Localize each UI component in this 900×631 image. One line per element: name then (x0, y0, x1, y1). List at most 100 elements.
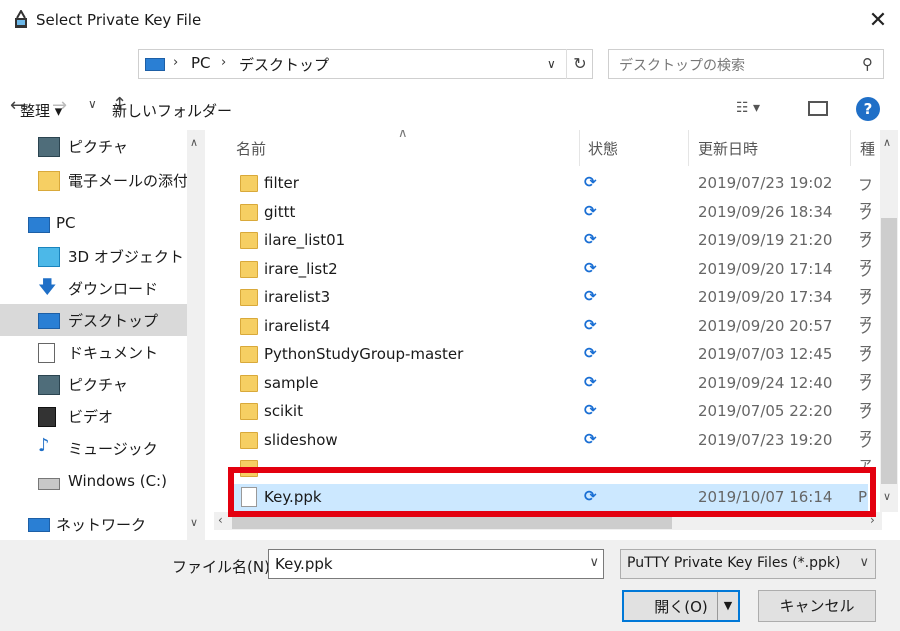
address-bar[interactable]: › PC › デスクトップ › ∨ (138, 49, 593, 79)
address-dropdown-chevron-icon[interactable]: ∨ (547, 57, 556, 71)
table-row[interactable]: ilare_list01 ⟳ 2019/09/19 21:20 ファ (228, 227, 873, 272)
table-row[interactable]: scikit ⟳ 2019/07/05 22:20 ファ (228, 398, 873, 443)
file-list-scroll-thumb[interactable] (881, 218, 897, 484)
nav-item-documents[interactable]: ドキュメント (0, 336, 190, 368)
sync-status-icon: ⟳ (584, 373, 597, 391)
nav-item-pc[interactable]: PC (0, 208, 190, 240)
breadcrumb-chevron-icon[interactable]: › (323, 55, 328, 70)
network-icon (28, 518, 50, 532)
sort-ascending-icon: ∧ (398, 130, 408, 141)
folder-icon (240, 204, 258, 221)
nav-item-windows-c[interactable]: Windows (C:) (0, 466, 190, 498)
folder-icon (240, 318, 258, 335)
column-divider[interactable] (688, 130, 689, 166)
column-header-status[interactable]: 状態 (588, 138, 618, 159)
breadcrumb-desktop[interactable]: デスクトップ (239, 54, 329, 75)
pictures-icon (38, 375, 60, 395)
table-row[interactable]: irarelist3 ⟳ 2019/09/20 17:34 ファ (228, 284, 873, 329)
filename-value[interactable]: Key.ppk (275, 555, 333, 573)
scroll-up-icon[interactable]: ∧ (190, 136, 198, 149)
help-icon[interactable]: ? (856, 97, 880, 121)
search-icon[interactable]: ⚲ (862, 55, 873, 73)
nav-item-desktop[interactable]: デスクトップ (0, 304, 190, 336)
column-divider[interactable] (579, 130, 580, 166)
file-type-select[interactable]: PuTTY Private Key Files (*.ppk) ∨ (620, 549, 876, 579)
nav-item-email-attachments[interactable]: 電子メールの添付フ (0, 164, 203, 196)
window-title: Select Private Key File (36, 11, 202, 29)
open-dropdown-icon[interactable]: ▼ (717, 592, 738, 620)
scroll-down-icon[interactable]: ∨ (883, 490, 891, 503)
sync-status-icon: ⟳ (584, 230, 597, 248)
folder-icon (240, 232, 258, 249)
folder-icon (240, 403, 258, 420)
sync-status-icon: ⟳ (584, 259, 597, 277)
folder-icon (240, 261, 258, 278)
nav-item-videos[interactable]: ビデオ (0, 400, 190, 432)
navigation-pane: ピクチャ 電子メールの添付フ PC 3D オブジェクト 🡇 ダウンロード デスク… (0, 130, 208, 540)
nav-item-downloads[interactable]: 🡇 ダウンロード (0, 272, 190, 304)
scroll-down-icon[interactable]: ∨ (190, 516, 198, 529)
breadcrumb-chevron-icon[interactable]: › (221, 55, 226, 70)
preview-pane-icon[interactable] (808, 101, 828, 116)
organize-button[interactable]: 整理 ▾ (20, 100, 62, 121)
drive-icon (38, 478, 60, 490)
pc-icon (28, 217, 50, 233)
table-row[interactable]: filter ⟳ 2019/07/23 19:02 ファ (228, 170, 873, 215)
nav-item-pictures-2[interactable]: ピクチャ (0, 368, 190, 400)
chevron-down-icon[interactable]: ∨ (859, 555, 869, 570)
close-icon[interactable]: ✕ (860, 6, 896, 36)
column-divider[interactable] (850, 130, 851, 166)
search-input[interactable]: デスクトップの検索 (619, 55, 745, 75)
video-icon (38, 407, 56, 427)
nav-item-3d-objects[interactable]: 3D オブジェクト (0, 240, 190, 272)
view-options-icon[interactable]: ☷ ▾ (736, 100, 760, 116)
folder-icon (240, 175, 258, 192)
3d-objects-icon (38, 247, 60, 267)
title-bar: Select Private Key File ✕ (0, 0, 900, 42)
pictures-icon (38, 137, 60, 157)
folder-icon (240, 432, 258, 449)
open-button[interactable]: 開く(O) ▼ (622, 590, 740, 622)
pc-icon (145, 58, 165, 71)
nav-item-music[interactable]: ♪ ミュージック (0, 432, 190, 464)
sync-status-icon: ⟳ (584, 344, 597, 362)
nav-item-network[interactable]: ネットワーク (0, 508, 190, 540)
table-row[interactable]: sample ⟳ 2019/09/24 12:40 ファ (228, 370, 873, 415)
sync-status-icon: ⟳ (584, 202, 597, 220)
scroll-up-icon[interactable]: ∧ (883, 136, 891, 149)
column-header-name[interactable]: 名前 (236, 138, 266, 159)
table-row[interactable]: irarelist4 ⟳ 2019/09/20 20:57 ファ (228, 313, 873, 358)
table-row[interactable]: irare_list2 ⟳ 2019/09/20 17:14 ファ (228, 256, 873, 301)
sync-status-icon: ⟳ (584, 173, 597, 191)
toolbar: 整理 ▾ 新しいフォルダー ☷ ▾ (0, 90, 900, 128)
column-header-date[interactable]: 更新日時 (698, 138, 758, 159)
breadcrumb-chevron-icon[interactable]: › (173, 55, 178, 70)
cancel-button[interactable]: キャンセル (758, 590, 876, 622)
new-folder-button[interactable]: 新しいフォルダー (112, 100, 232, 121)
chevron-down-icon[interactable]: ∨ (589, 555, 599, 570)
refresh-icon[interactable]: ↻ (566, 49, 593, 79)
filename-input[interactable]: Key.ppk ∨ (268, 549, 604, 579)
breadcrumb-pc[interactable]: PC (191, 54, 211, 72)
column-header-type[interactable]: 種 (860, 138, 875, 159)
folder-icon (38, 171, 60, 191)
highlight-annotation-box (228, 467, 876, 517)
music-icon: ♪ (38, 435, 50, 456)
search-box[interactable]: デスクトップの検索 ⚲ (608, 49, 884, 79)
sync-status-icon: ⟳ (584, 316, 597, 334)
nav-item-pictures[interactable]: ピクチャ (0, 130, 190, 162)
download-icon: 🡇 (38, 277, 57, 298)
folder-icon (240, 289, 258, 306)
sync-status-icon: ⟳ (584, 401, 597, 419)
desktop-icon (38, 313, 60, 329)
sync-status-icon: ⟳ (584, 287, 597, 305)
documents-icon (38, 343, 55, 363)
table-row[interactable]: PythonStudyGroup-master ⟳ 2019/07/03 12:… (228, 341, 873, 386)
scroll-left-icon[interactable]: ‹ (218, 513, 223, 527)
file-list: 名前 ∧ 状態 更新日時 種 filter ⟳ 2019/07/23 19:02… (214, 130, 882, 512)
filename-label: ファイル名(N): (172, 558, 275, 576)
navigation-pane-scrollbar[interactable]: ∧ ∨ (187, 130, 205, 540)
file-type-value[interactable]: PuTTY Private Key Files (*.ppk) (627, 555, 840, 571)
table-row[interactable]: slideshow ⟳ 2019/07/23 19:20 ファ (228, 427, 873, 472)
table-row[interactable]: gittt ⟳ 2019/09/26 18:34 ファ (228, 199, 873, 244)
